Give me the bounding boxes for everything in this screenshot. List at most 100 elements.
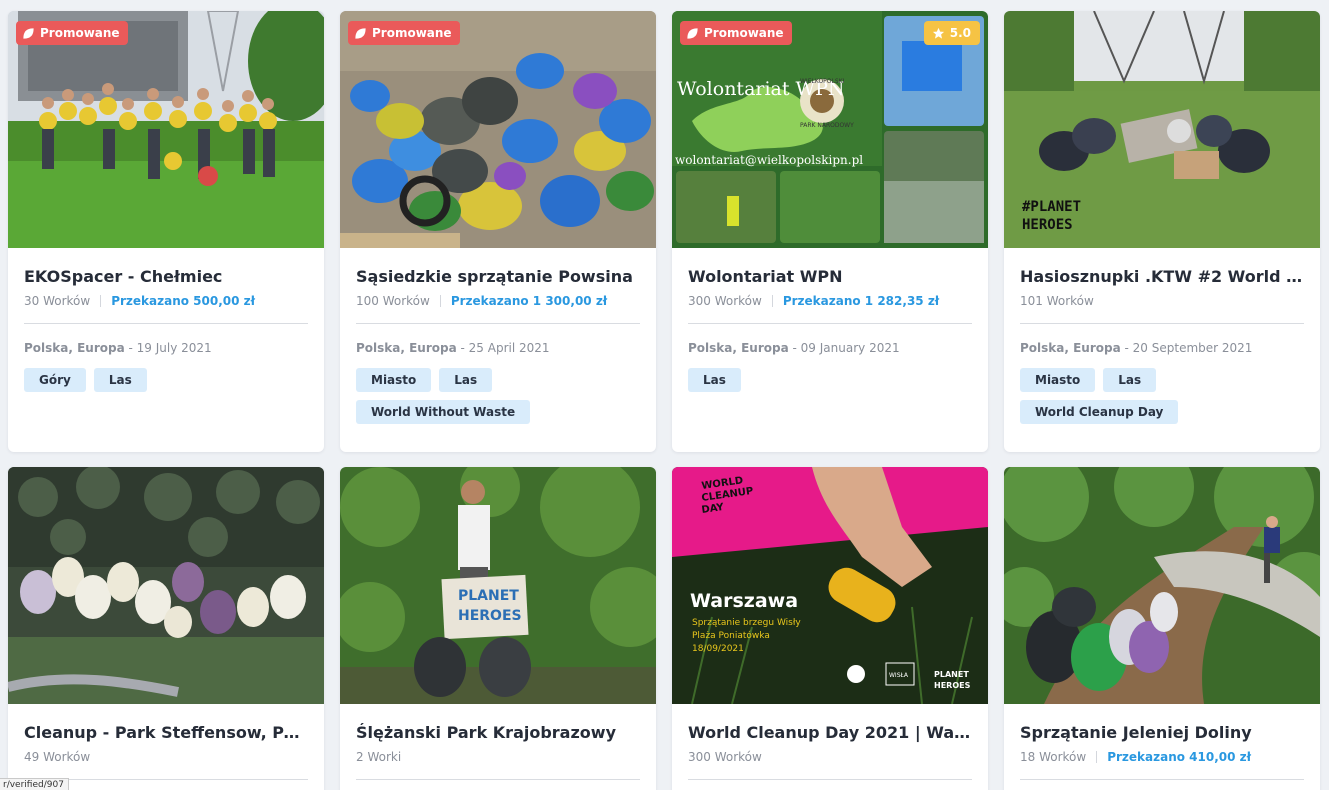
campaign-title[interactable]: Ślężanski Park Krajobrazowy xyxy=(356,723,640,743)
location: Polska, Europa xyxy=(688,341,789,355)
campaign-title[interactable]: Sąsiedzkie sprzątanie Powsina xyxy=(356,267,640,287)
campaign-card[interactable]: Wolontariat WPN wolontariat@wielkopolski… xyxy=(672,11,988,452)
leaf-icon xyxy=(687,27,698,39)
location-date: Polska, Europa - 20 September 2021 xyxy=(1020,341,1253,355)
divider xyxy=(356,323,640,324)
date: 20 September 2021 xyxy=(1132,341,1253,355)
image-date: 18/09/2021 xyxy=(692,644,744,654)
bag-count: 2 Worki xyxy=(356,750,402,764)
promoted-badge: Promowane xyxy=(16,21,128,45)
campaign-card[interactable]: #PLANET HEROES Hasiosznupki .KTW #2 Worl… xyxy=(1004,11,1320,452)
location-date: Polska, Europa - 25 April 2021 xyxy=(356,341,550,355)
image-logo: WISŁA xyxy=(889,672,909,679)
campaign-photo[interactable]: #PLANET HEROES xyxy=(1004,11,1320,248)
image-sub-1: Sprzątanie brzegu Wisły xyxy=(692,618,801,628)
location: Polska, Europa xyxy=(24,341,125,355)
donated-amount: Przekazano 1 300,00 zł xyxy=(450,294,608,308)
image-text-2: HEROES xyxy=(458,608,522,624)
campaign-card[interactable]: Sprzątanie Jeleniej Doliny 18 Worków Prz… xyxy=(1004,467,1320,790)
tag[interactable]: World Cleanup Day xyxy=(1020,400,1179,424)
campaign-photo[interactable]: PLANET HEROES xyxy=(340,467,656,704)
promoted-badge: Promowane xyxy=(348,21,460,45)
location-date: Polska, Europa - 19 July 2021 xyxy=(24,341,212,355)
image-city: Warszawa xyxy=(690,590,798,612)
divider xyxy=(1020,779,1304,780)
image-text-1: #PLANET xyxy=(1022,199,1081,215)
campaign-card[interactable]: Promowane Sąsiedzkie sprzątanie Powsina … xyxy=(340,11,656,452)
location-date: Polska, Europa - 09 January 2021 xyxy=(688,341,900,355)
tag[interactable]: Las xyxy=(93,368,147,392)
divider xyxy=(688,323,972,324)
date: 09 January 2021 xyxy=(800,341,900,355)
campaign-title[interactable]: EKOSpacer - Chełmiec xyxy=(24,267,308,287)
campaign-photo[interactable] xyxy=(8,467,324,704)
bag-count: 49 Worków xyxy=(24,750,91,764)
divider xyxy=(1020,323,1304,324)
location: Polska, Europa xyxy=(1020,341,1121,355)
image-text-2: HEROES xyxy=(1022,217,1073,233)
meta-separator xyxy=(100,295,102,307)
leaf-icon xyxy=(23,27,34,39)
tag[interactable]: Miasto xyxy=(356,368,432,392)
image-email: wolontariat@wielkopolskipn.pl xyxy=(675,153,863,167)
rating-badge: 5.0 xyxy=(923,21,980,45)
bag-count: 18 Worków xyxy=(1020,750,1087,764)
campaign-card[interactable]: Cleanup - Park Steffensow, Park ... 49 W… xyxy=(8,467,324,790)
campaign-photo[interactable]: Promowane xyxy=(340,11,656,248)
campaign-photo[interactable]: Promowane xyxy=(8,11,324,248)
promoted-label: Promowane xyxy=(704,26,784,40)
tag[interactable]: Góry xyxy=(24,368,86,392)
donated-amount: Przekazano 410,00 zł xyxy=(1107,750,1252,764)
bag-count: 300 Worków xyxy=(688,294,762,308)
campaign-title[interactable]: Hasiosznupki .KTW #2 World Clea... xyxy=(1020,267,1304,287)
meta-separator xyxy=(439,295,441,307)
date: 25 April 2021 xyxy=(468,341,550,355)
bag-count: 300 Worków xyxy=(688,750,762,764)
image-badge-bottom: PARK NARODOWY xyxy=(800,122,854,129)
campaign-title[interactable]: Sprzątanie Jeleniej Doliny xyxy=(1020,723,1304,743)
donated-amount: Przekazano 500,00 zł xyxy=(111,294,256,308)
campaign-photo[interactable] xyxy=(1004,467,1320,704)
campaign-title[interactable]: Cleanup - Park Steffensow, Park ... xyxy=(24,723,308,743)
promoted-badge: Promowane xyxy=(680,21,792,45)
campaign-card[interactable]: WORLD CLEANUP DAY Warszawa Sprzątanie br… xyxy=(672,467,988,790)
divider xyxy=(356,779,640,780)
campaign-title[interactable]: Wolontariat WPN xyxy=(688,267,972,287)
campaign-photo[interactable]: Wolontariat WPN wolontariat@wielkopolski… xyxy=(672,11,988,248)
divider xyxy=(24,323,308,324)
tag[interactable]: World Without Waste xyxy=(356,400,531,424)
tag-list: Las xyxy=(688,368,978,392)
divider xyxy=(688,779,972,780)
image-sub-2: Plaża Poniatówka xyxy=(692,630,770,641)
tag[interactable]: Las xyxy=(688,368,741,392)
promoted-label: Promowane xyxy=(40,26,120,40)
tag-list: Góry Las xyxy=(24,368,314,392)
location: Polska, Europa xyxy=(356,341,457,355)
meta-separator xyxy=(771,295,773,307)
campaign-card[interactable]: Promowane EKOSpacer - Chełmiec 30 Worków… xyxy=(8,11,324,452)
rating-value: 5.0 xyxy=(949,26,971,40)
status-url-tooltip: r/verified/907 xyxy=(0,778,69,790)
bag-count: 30 Worków xyxy=(24,294,91,308)
campaign-title[interactable]: World Cleanup Day 2021 | Warsza... xyxy=(688,723,972,743)
image-ph-1: PLANET xyxy=(934,670,969,679)
campaign-photo[interactable]: WORLD CLEANUP DAY Warszawa Sprzątanie br… xyxy=(672,467,988,704)
image-ph-2: HEROES xyxy=(934,681,971,690)
image-text-1: PLANET xyxy=(458,588,519,604)
tag-list: Miasto Las World Without Waste xyxy=(356,368,646,424)
bag-count: 100 Worków xyxy=(356,294,430,308)
tag[interactable]: Miasto xyxy=(1020,368,1096,392)
campaign-grid: Promowane EKOSpacer - Chełmiec 30 Worków… xyxy=(0,0,1329,790)
campaign-card[interactable]: PLANET HEROES Ślężanski Park Krajobrazow… xyxy=(340,467,656,790)
promoted-label: Promowane xyxy=(372,26,452,40)
image-badge-top: WIELKOPOLSKI xyxy=(800,78,845,85)
donated-amount: Przekazano 1 282,35 zł xyxy=(782,294,940,308)
star-icon xyxy=(932,27,944,39)
date: 19 July 2021 xyxy=(136,341,212,355)
tag[interactable]: Las xyxy=(439,368,493,392)
meta-separator xyxy=(1096,751,1098,763)
leaf-icon xyxy=(355,27,366,39)
bag-count: 101 Worków xyxy=(1020,294,1094,308)
tag[interactable]: Las xyxy=(1103,368,1157,392)
tag-list: Miasto Las World Cleanup Day xyxy=(1020,368,1310,424)
